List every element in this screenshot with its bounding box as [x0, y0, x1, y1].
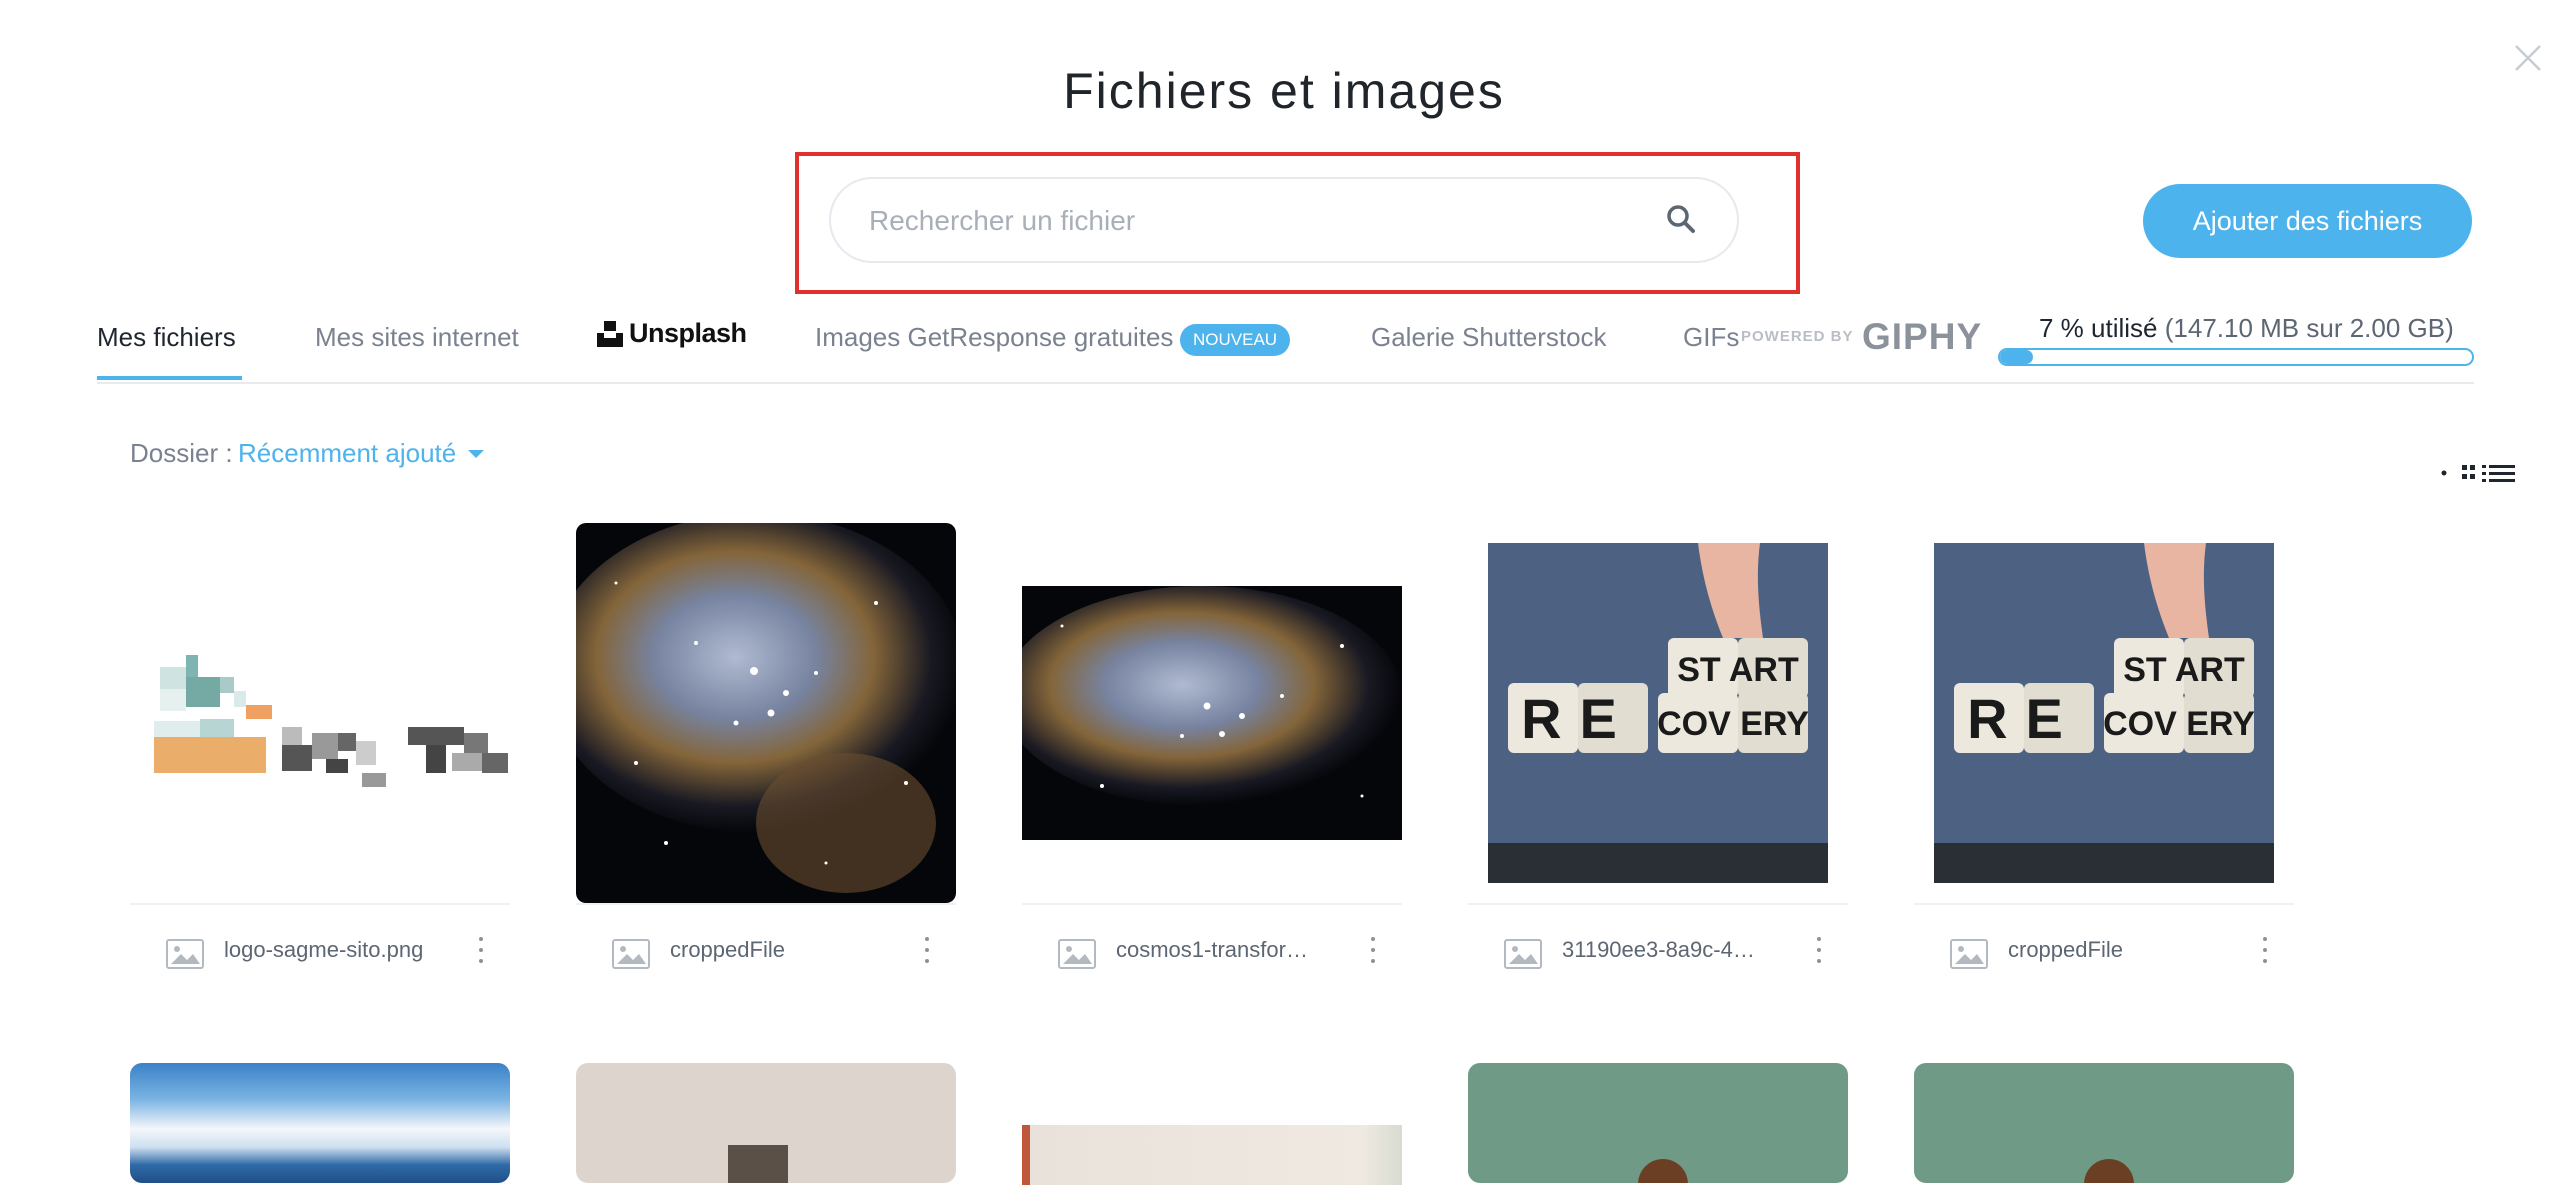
tab-shutterstock[interactable]: Galerie Shutterstock — [1371, 322, 1607, 353]
card-divider — [1468, 903, 1848, 905]
file-thumbnail[interactable] — [576, 1063, 956, 1183]
file-name: croppedFile — [2008, 937, 2123, 962]
file-name: 31190ee3-8a9c-47d9-... — [1562, 937, 1762, 962]
image-file-icon — [1504, 939, 1542, 969]
restart-recovery-image: ST ART RE COV ERY — [1488, 543, 1828, 883]
tab-getresponse-images[interactable]: Images GetResponse gratuites — [815, 322, 1173, 353]
chevron-down-icon — [468, 449, 485, 458]
file-thumbnail[interactable] — [130, 523, 510, 903]
file-thumbnail[interactable] — [1022, 523, 1402, 903]
object-silhouette — [2084, 1159, 2134, 1183]
kebab-icon[interactable] — [1368, 934, 1378, 966]
tab-mes-fichiers[interactable]: Mes fichiers — [97, 322, 236, 353]
kebab-icon[interactable] — [922, 934, 932, 966]
kebab-icon[interactable] — [476, 934, 486, 966]
painting-frame — [728, 1145, 788, 1183]
unsplash-logo-icon — [597, 320, 623, 347]
list-view-icon — [2482, 465, 2515, 482]
add-files-button[interactable]: Ajouter des fichiers — [2143, 184, 2472, 258]
file-thumbnail[interactable] — [1022, 1125, 1402, 1185]
giphy-logo: GIPHY — [1862, 316, 1983, 357]
giphy-powered-label: POWERED BY — [1741, 328, 1854, 345]
folder-value: Récemment ajouté — [238, 438, 457, 468]
cube-text-right: COV ERY — [1657, 705, 1809, 743]
storage-progress-bar — [1998, 348, 2474, 366]
file-name: logo-sagme-sito.png — [224, 937, 424, 962]
search-icon[interactable] — [1665, 203, 1697, 235]
storage-percent: 7 % utilisé — [2039, 313, 2158, 343]
image-file-icon — [612, 939, 650, 969]
file-thumbnail[interactable] — [1914, 1063, 2294, 1183]
file-name: croppedFile — [670, 937, 785, 962]
nebula-image — [576, 523, 956, 903]
unsplash-label: Unsplash — [629, 318, 747, 348]
storage-usage-text: 7 % utilisé (147.10 MB sur 2.00 GB) — [2039, 313, 2454, 344]
card-divider — [576, 903, 956, 905]
tab-unsplash[interactable]: Unsplash — [597, 318, 747, 349]
image-file-icon — [166, 939, 204, 969]
search-input[interactable] — [867, 179, 1651, 263]
card-divider — [1914, 903, 2294, 905]
image-file-icon — [1058, 939, 1096, 969]
view-toggle[interactable] — [2440, 462, 2520, 484]
grid-view-icon — [2462, 465, 2475, 479]
tabs-divider — [97, 382, 2474, 384]
card-divider — [1022, 903, 1402, 905]
cube-text-line1: ST ART — [1677, 651, 1799, 689]
kebab-icon[interactable] — [1814, 934, 1824, 966]
search-box[interactable] — [829, 177, 1739, 263]
object-silhouette — [1638, 1159, 1688, 1183]
folder-label: Dossier : — [130, 438, 233, 468]
cube-text-left: RE — [1967, 687, 2081, 750]
storage-progress-fill — [2000, 350, 2034, 364]
cosmos-image — [1022, 586, 1402, 840]
tab-gifs[interactable]: GIFs — [1683, 322, 1739, 353]
file-thumbnail[interactable] — [576, 523, 956, 903]
kebab-icon[interactable] — [2260, 934, 2270, 966]
image-file-icon — [1950, 939, 1988, 969]
file-thumbnail[interactable] — [130, 1063, 510, 1183]
close-icon[interactable] — [2508, 38, 2548, 78]
file-thumbnail[interactable]: ST ART RE COV ERY — [1914, 523, 2294, 903]
new-badge: NOUVEAU — [1180, 324, 1291, 356]
file-name: cosmos1-transformed — [1116, 937, 1316, 962]
page-title: Fichiers et images — [1063, 63, 1505, 119]
restart-recovery-image: ST ART RE COV ERY — [1934, 543, 2274, 883]
cube-text-right: COV ERY — [2103, 705, 2255, 743]
card-divider — [130, 903, 510, 905]
tab-mes-sites-internet[interactable]: Mes sites internet — [315, 322, 519, 353]
folder-dropdown[interactable]: Récemment ajouté — [238, 438, 485, 469]
cube-text-left: RE — [1521, 687, 1635, 750]
logo-thumbnail-image — [154, 655, 508, 787]
storage-detail: (147.10 MB sur 2.00 GB) — [2164, 313, 2454, 343]
file-thumbnail[interactable] — [1468, 1063, 1848, 1183]
active-tab-underline — [97, 376, 242, 380]
cube-text-line1: ST ART — [2123, 651, 2245, 689]
file-thumbnail[interactable]: ST ART RE COV ERY — [1468, 523, 1848, 903]
